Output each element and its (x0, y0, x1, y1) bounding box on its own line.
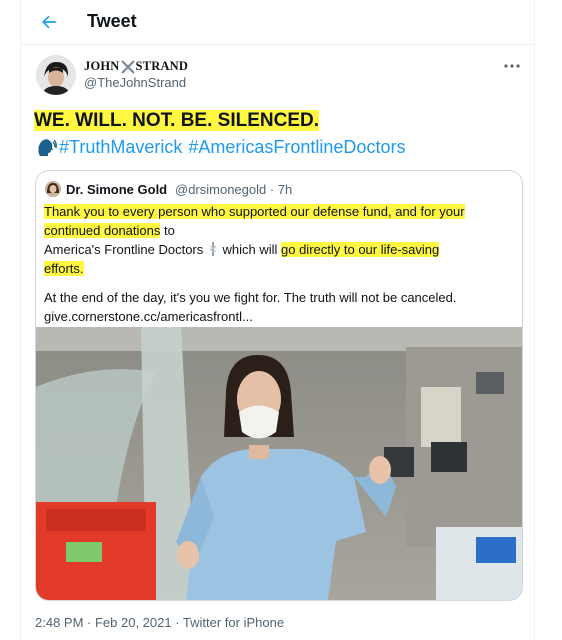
author-name[interactable]: JOHN STRAND (84, 59, 188, 74)
quoted-line: America's Frontline Doctors (44, 242, 207, 257)
author-name-right: STRAND (135, 59, 189, 73)
quoted-text: Thank you to every person who supported … (44, 202, 514, 326)
more-options-button[interactable] (504, 56, 520, 74)
quoted-photo[interactable] (36, 327, 522, 600)
hashtag-link[interactable]: #TruthMaverick (59, 137, 182, 158)
tweet-timestamp[interactable]: 2:48 PM · Feb 20, 2021 · Twitter for iPh… (35, 615, 284, 630)
page-title: Tweet (87, 11, 137, 31)
tweet-column: Tweet JOHN STRAND @TheJohnStrand WE. WIL… (20, 0, 535, 640)
quoted-author-name: Dr. Simone Gold (66, 182, 168, 197)
quoted-line: Thank you to every person who supported … (44, 204, 465, 219)
back-arrow-icon (42, 15, 56, 29)
quoted-handle-time: @drsimonegold · 7h (175, 182, 293, 197)
author-handle[interactable]: @TheJohnStrand (84, 75, 186, 90)
quoted-line: continued donations (44, 223, 161, 238)
quoted-line: which will (218, 242, 281, 257)
top-bar: Tweet (21, 0, 534, 45)
more-options-icon (504, 64, 520, 68)
quoted-line: efforts. (44, 261, 84, 276)
author-avatar[interactable] (36, 55, 76, 95)
tweet-hashtags: #TruthMaverick #AmericasFrontlineDoctors (35, 136, 411, 158)
author-name-left: JOHN (84, 59, 120, 73)
speaking-head-icon (38, 139, 57, 156)
tweet-headline: WE. WILL. NOT. BE. SILENCED. (34, 110, 319, 132)
back-button[interactable] (33, 6, 65, 38)
quoted-line: At the end of the day, it's you we fight… (44, 290, 457, 305)
quoted-link[interactable]: give.cornerstone.cc/americasfrontl... (44, 307, 514, 326)
medical-symbol-icon (209, 242, 217, 256)
quoted-line: go directly to our life-saving (281, 242, 440, 257)
quoted-avatar (45, 181, 61, 197)
quoted-tweet-card[interactable]: Dr. Simone Gold @drsimonegold · 7h Thank… (35, 170, 523, 601)
hashtag-link[interactable]: #AmericasFrontlineDoctors (188, 137, 405, 158)
quoted-line: to (160, 223, 175, 238)
crossed-swords-icon (120, 59, 135, 74)
tweet-headline-text: WE. WILL. NOT. BE. SILENCED. (34, 110, 319, 131)
